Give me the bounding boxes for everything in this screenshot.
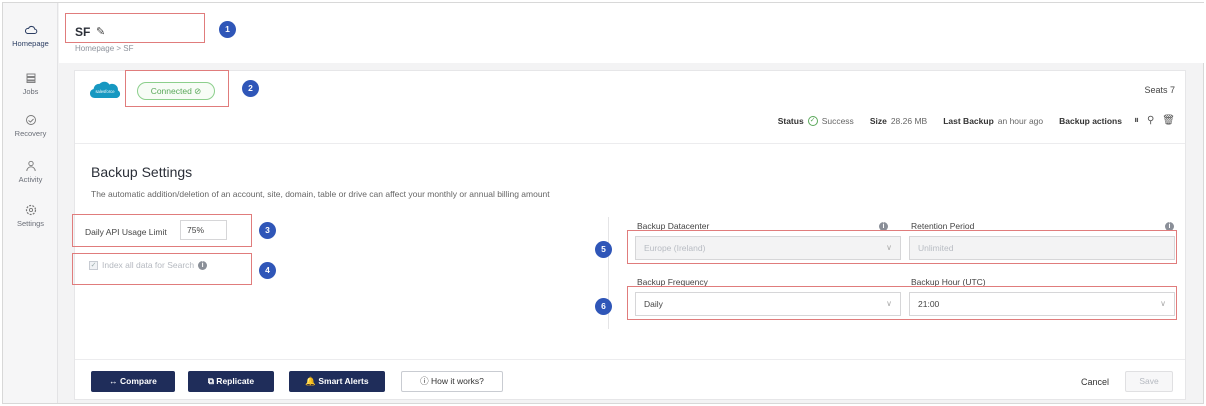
highlight-box-index — [72, 253, 252, 285]
sidebar-item-label: Recovery — [14, 129, 47, 138]
smart-alerts-button[interactable]: 🔔 Smart Alerts — [289, 371, 385, 392]
how-it-works-button[interactable]: ⓘ How it works? — [401, 371, 503, 392]
last-backup-group: Last Backup an hour ago — [943, 116, 1043, 126]
save-button[interactable]: Save — [1125, 371, 1173, 392]
status-value: Success — [821, 115, 854, 126]
svg-text:salesforce: salesforce — [95, 89, 115, 94]
success-check-icon: ✓ — [807, 115, 818, 126]
sidebar: Homepage Jobs Recovery Activity Settings — [3, 3, 58, 403]
highlight-box-frequency — [627, 286, 1177, 320]
pin-icon[interactable]: ⚲ — [1147, 115, 1154, 126]
sidebar-item-recovery[interactable]: Recovery — [3, 113, 58, 138]
sidebar-item-activity[interactable]: Activity — [3, 159, 58, 184]
sidebar-item-settings[interactable]: Settings — [3, 203, 58, 228]
callout-badge-5: 5 — [595, 241, 612, 258]
highlight-box-title — [65, 13, 205, 43]
size-label: Size — [869, 115, 887, 126]
cancel-button[interactable]: Cancel — [1081, 377, 1109, 387]
replicate-button[interactable]: ⧉ Replicate — [188, 371, 274, 392]
pause-backup-icon[interactable]: ⏸ — [1134, 115, 1139, 126]
cloud-icon — [24, 25, 37, 34]
callout-badge-2: 2 — [242, 80, 259, 97]
sidebar-item-jobs[interactable]: Jobs — [3, 71, 58, 96]
callout-badge-4: 4 — [259, 262, 276, 279]
sidebar-item-label: Homepage — [12, 39, 49, 48]
footer-divider — [75, 359, 1185, 360]
sidebar-item-label: Settings — [16, 219, 45, 228]
highlight-box-connection — [125, 70, 229, 107]
salesforce-logo-icon: salesforce — [90, 81, 121, 98]
highlight-box-datacenter — [627, 230, 1177, 264]
status-label: Status — [777, 115, 804, 126]
trash-icon[interactable]: 🗑 — [1162, 115, 1175, 126]
section-title: Backup Settings — [91, 164, 193, 180]
size-group: Size 28.26 MB — [870, 116, 927, 126]
callout-badge-6: 6 — [595, 298, 612, 315]
callout-badge-1: 1 — [219, 21, 236, 38]
backup-actions-label: Backup actions — [1059, 115, 1122, 126]
sidebar-item-label: Activity — [18, 175, 43, 184]
breadcrumb[interactable]: Homepage > SF — [75, 44, 133, 53]
sidebar-item-label: Jobs — [22, 87, 39, 96]
callout-badge-3: 3 — [259, 222, 276, 239]
seats-count: Seats 7 — [1144, 85, 1175, 95]
last-backup-label: Last Backup — [943, 115, 994, 126]
recovery-icon — [25, 115, 36, 125]
last-backup-value: an hour ago — [997, 115, 1044, 126]
card-summary: salesforce Connected ⊘ Seats 7 Status ✓ … — [75, 71, 1185, 144]
highlight-box-api-limit — [72, 214, 252, 247]
backup-status-bar: Status ✓ Success Size 28.26 MB Last Back… — [762, 115, 1175, 126]
settings-icon — [25, 204, 36, 216]
size-value: 28.26 MB — [890, 115, 928, 126]
compare-button[interactable]: ↔ Compare — [91, 371, 175, 392]
status-group: Status ✓ Success — [777, 115, 854, 126]
activity-icon — [25, 160, 36, 172]
jobs-icon — [26, 73, 35, 83]
backup-actions-group: Backup actions ⏸ ⚲ 🗑 — [1059, 115, 1175, 126]
sidebar-item-homepage[interactable]: Homepage — [3, 17, 58, 59]
section-description: The automatic addition/deletion of an ac… — [91, 189, 550, 199]
